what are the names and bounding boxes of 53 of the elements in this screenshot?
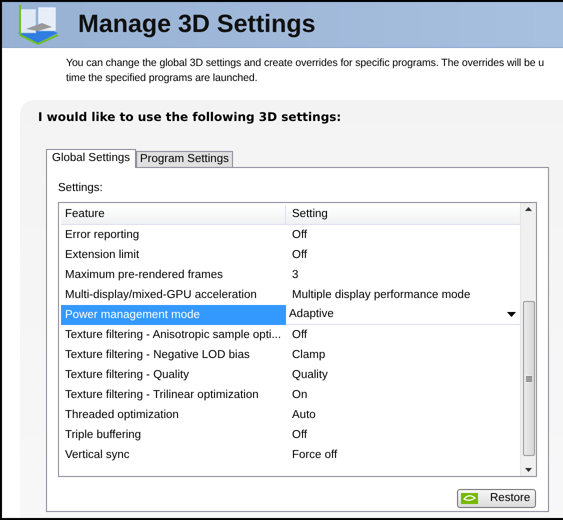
feature-cell-text: Error reporting [64,228,140,243]
dropdown-value: Adaptive [289,307,334,322]
setting-cell-text: On [291,388,308,403]
table-row[interactable]: Extension limit Off [61,245,520,266]
table-row[interactable]: Maximum pre-rendered frames 3 [61,265,520,286]
feature-cell-text: Texture filtering - Negative LOD bias [64,348,251,363]
feature-cell-text: Texture filtering - Anisotropic sample opti... [64,328,282,343]
feature-cell-text: Multi-display/mixed-GPU acceleration [64,288,258,303]
setting-cell-text: Auto [291,408,317,423]
table-row[interactable]: Triple buffering Off [61,425,520,446]
feature-cell-text: Triple buffering [64,428,142,443]
table-row[interactable]: Threaded optimization Auto [61,405,520,426]
table-row[interactable]: Error reporting Off [61,225,520,246]
table-row[interactable]: Texture filtering - Negative LOD bias Clamp [61,345,520,366]
feature-cell-text: Vertical sync [64,448,131,463]
setting-cell-text: 3 [291,268,300,283]
settings-label: Settings: [58,181,103,196]
feature-cell-text: Maximum pre-rendered frames [64,268,224,283]
eye-logo-icon [461,493,478,504]
restore-button[interactable]: Restore [457,489,536,508]
grip-icon [526,376,532,382]
feature-cell-text: Texture filtering - Trilinear optimization [64,388,260,403]
tab[interactable]: Program Settings [136,151,233,167]
description-text: You can change the global 3D settings and create overrides for specific programs. The overrides will be u [66,56,544,71]
scroll-down-arrow-icon [525,468,532,472]
table-row[interactable]: Power management mode Adaptive [61,305,520,326]
setting-cell-text: Off [291,248,308,263]
tab[interactable]: Global Settings [46,149,136,168]
page-title: Manage 3D Settings [78,8,316,40]
setting-cell-text: Off [291,228,308,243]
setting-cell-text: Off [291,428,308,443]
table-row[interactable]: Texture filtering - Anisotropic sample opti... Off [61,325,520,346]
feature-cell: Power management mode [61,305,286,326]
table-row[interactable]: Texture filtering - Trilinear optimization On [61,385,520,406]
setting-cell-text: Off [291,328,308,343]
setting-cell-text: Force off [291,448,338,463]
scroll-up-arrow-icon [525,207,532,212]
scrollbar[interactable] [520,203,536,476]
table-row[interactable]: Vertical sync Force off [61,445,520,466]
description-text: time the specified programs are launched. [66,71,258,86]
feature-cell-text: Threaded optimization [64,408,180,423]
table-row[interactable]: Multi-display/mixed-GPU acceleration Multiple display performance mode [61,285,520,306]
scrollbar-thumb[interactable] [522,301,534,456]
column-header[interactable]: Feature [61,205,286,224]
table-row[interactable]: Texture filtering - Quality Quality [61,365,520,386]
column-header[interactable]: Setting [286,205,520,224]
setting-cell-text: Clamp [291,348,326,363]
setting-cell-text: Quality [291,368,329,383]
feature-cell-text: Texture filtering - Quality [64,368,190,383]
section-heading: I would like to use the following 3D settings: [38,109,342,126]
setting-cell-text: Multiple display performance mode [291,288,472,303]
feature-cell-text: Extension limit [64,248,140,263]
dropdown-arrow-icon [507,312,516,318]
